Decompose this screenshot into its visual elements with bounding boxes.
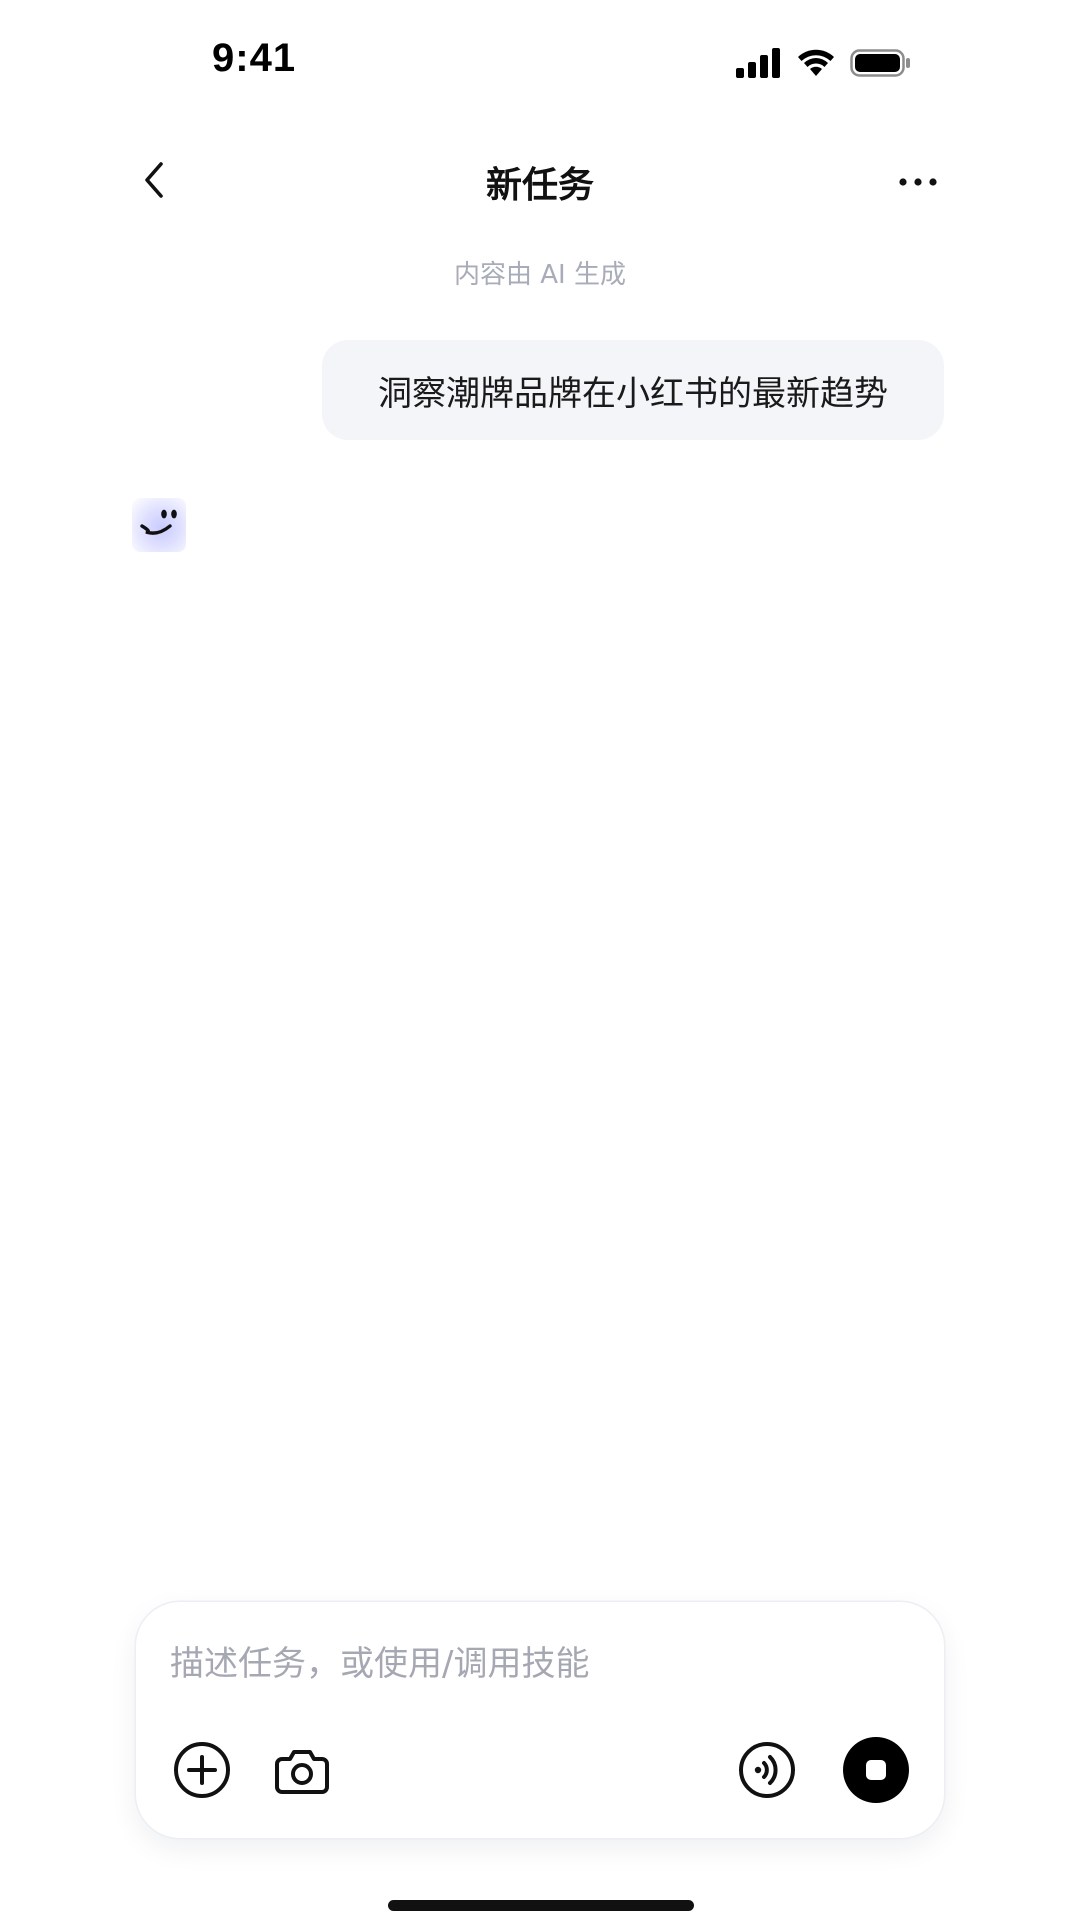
home-indicator xyxy=(388,1900,694,1911)
stop-button[interactable] xyxy=(842,1736,910,1804)
voice-icon xyxy=(739,1742,795,1798)
nav-bar: 新任务 xyxy=(0,140,1080,220)
composer xyxy=(136,1602,944,1838)
ai-disclaimer: 内容由 AI 生成 xyxy=(454,260,626,290)
more-button[interactable] xyxy=(890,160,946,204)
plus-circle-icon xyxy=(174,1742,230,1798)
user-message-bubble: 洞察潮牌品牌在小红书的最新趋势 xyxy=(322,340,944,440)
battery-icon xyxy=(850,49,910,77)
wifi-icon xyxy=(798,49,834,76)
stop-icon xyxy=(843,1737,909,1803)
smile-face-icon xyxy=(140,509,177,535)
status-bar: 9:41 xyxy=(0,0,1080,120)
camera-icon xyxy=(275,1750,329,1794)
user-message-text: 洞察潮牌品牌在小红书的最新趋势 xyxy=(378,373,888,414)
assistant-avatar xyxy=(132,498,186,552)
task-input[interactable] xyxy=(170,1634,910,1694)
status-icons xyxy=(736,46,912,80)
camera-button[interactable] xyxy=(270,1738,334,1802)
signal-icon xyxy=(736,48,780,78)
more-horizontal-icon xyxy=(899,178,937,186)
status-time: 9:41 xyxy=(212,36,297,80)
add-button[interactable] xyxy=(170,1738,234,1802)
voice-button[interactable] xyxy=(735,1738,799,1802)
